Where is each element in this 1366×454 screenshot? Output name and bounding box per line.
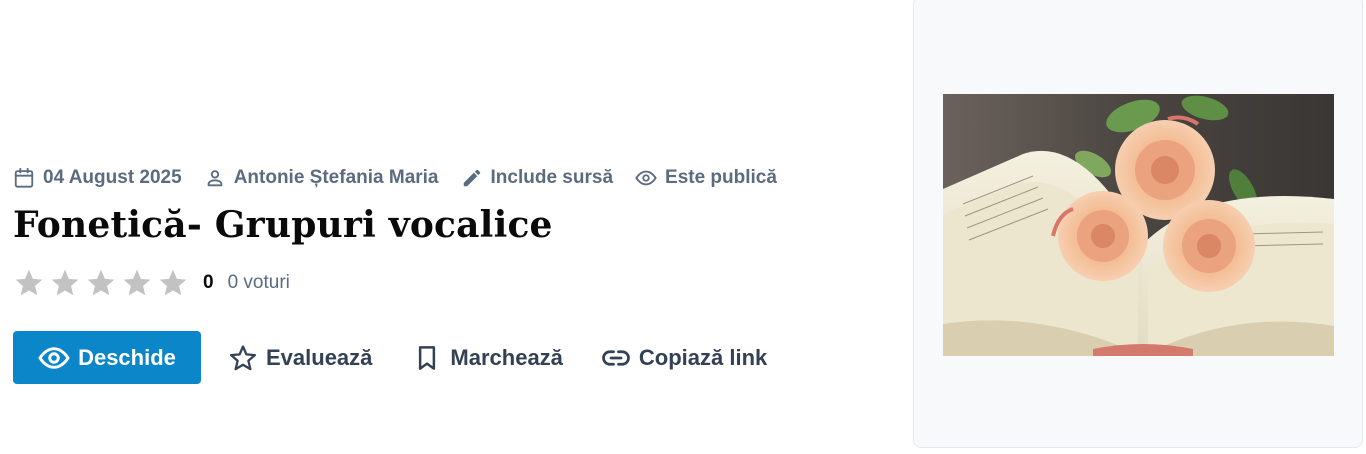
star-icon xyxy=(15,269,43,296)
star-icon xyxy=(51,269,79,296)
calendar-icon xyxy=(14,167,34,188)
rating-stars xyxy=(13,267,189,299)
vote-count: 0 voturi xyxy=(227,272,290,293)
book-roses-illustration xyxy=(943,94,1334,356)
open-button-label: Deschide xyxy=(78,344,176,370)
meta-author-text: Antonie Ștefania Maria xyxy=(233,167,439,188)
bookmark-button-label: Marchează xyxy=(450,344,563,370)
bookmark-icon xyxy=(419,345,436,370)
star-icon xyxy=(123,269,151,296)
meta-date: 04 August 2025 xyxy=(13,167,182,189)
thumbnail-card xyxy=(913,0,1363,448)
meta-visibility: Este publică xyxy=(635,167,777,189)
eye-icon xyxy=(635,170,657,186)
star-icon xyxy=(87,269,115,296)
bookmark-button[interactable]: Marchează xyxy=(412,331,563,384)
user-icon xyxy=(207,170,223,187)
page-title: Fonetică- Grupuri vocalice xyxy=(13,204,553,246)
rating-row: 0 0 voturi xyxy=(13,265,290,301)
copy-link-button[interactable]: Copiază link xyxy=(601,331,767,384)
meta-date-text: 04 August 2025 xyxy=(43,167,182,188)
meta-row: 04 August 2025 Antonie Ștefania Maria In… xyxy=(13,164,777,192)
rating-value: 0 xyxy=(203,272,214,293)
meta-source-text: Include sursă xyxy=(490,167,614,188)
meta-visibility-text: Este publică xyxy=(665,167,777,188)
star-icon xyxy=(159,269,187,296)
open-button[interactable]: Deschide xyxy=(13,331,201,384)
link-icon xyxy=(602,349,630,366)
meta-source: Include sursă xyxy=(461,167,614,189)
rate-button[interactable]: Evaluează xyxy=(228,331,372,384)
cover-image xyxy=(943,94,1334,356)
star-outline-icon xyxy=(230,344,256,370)
pencil-icon xyxy=(463,169,480,187)
rate-button-label: Evaluează xyxy=(266,344,373,370)
meta-author: Antonie Ștefania Maria xyxy=(204,167,439,189)
eye-icon xyxy=(38,346,70,369)
copy-link-button-label: Copiază link xyxy=(638,344,768,370)
action-bar: Deschide Evaluează Marchează Copiază lin… xyxy=(13,331,767,384)
